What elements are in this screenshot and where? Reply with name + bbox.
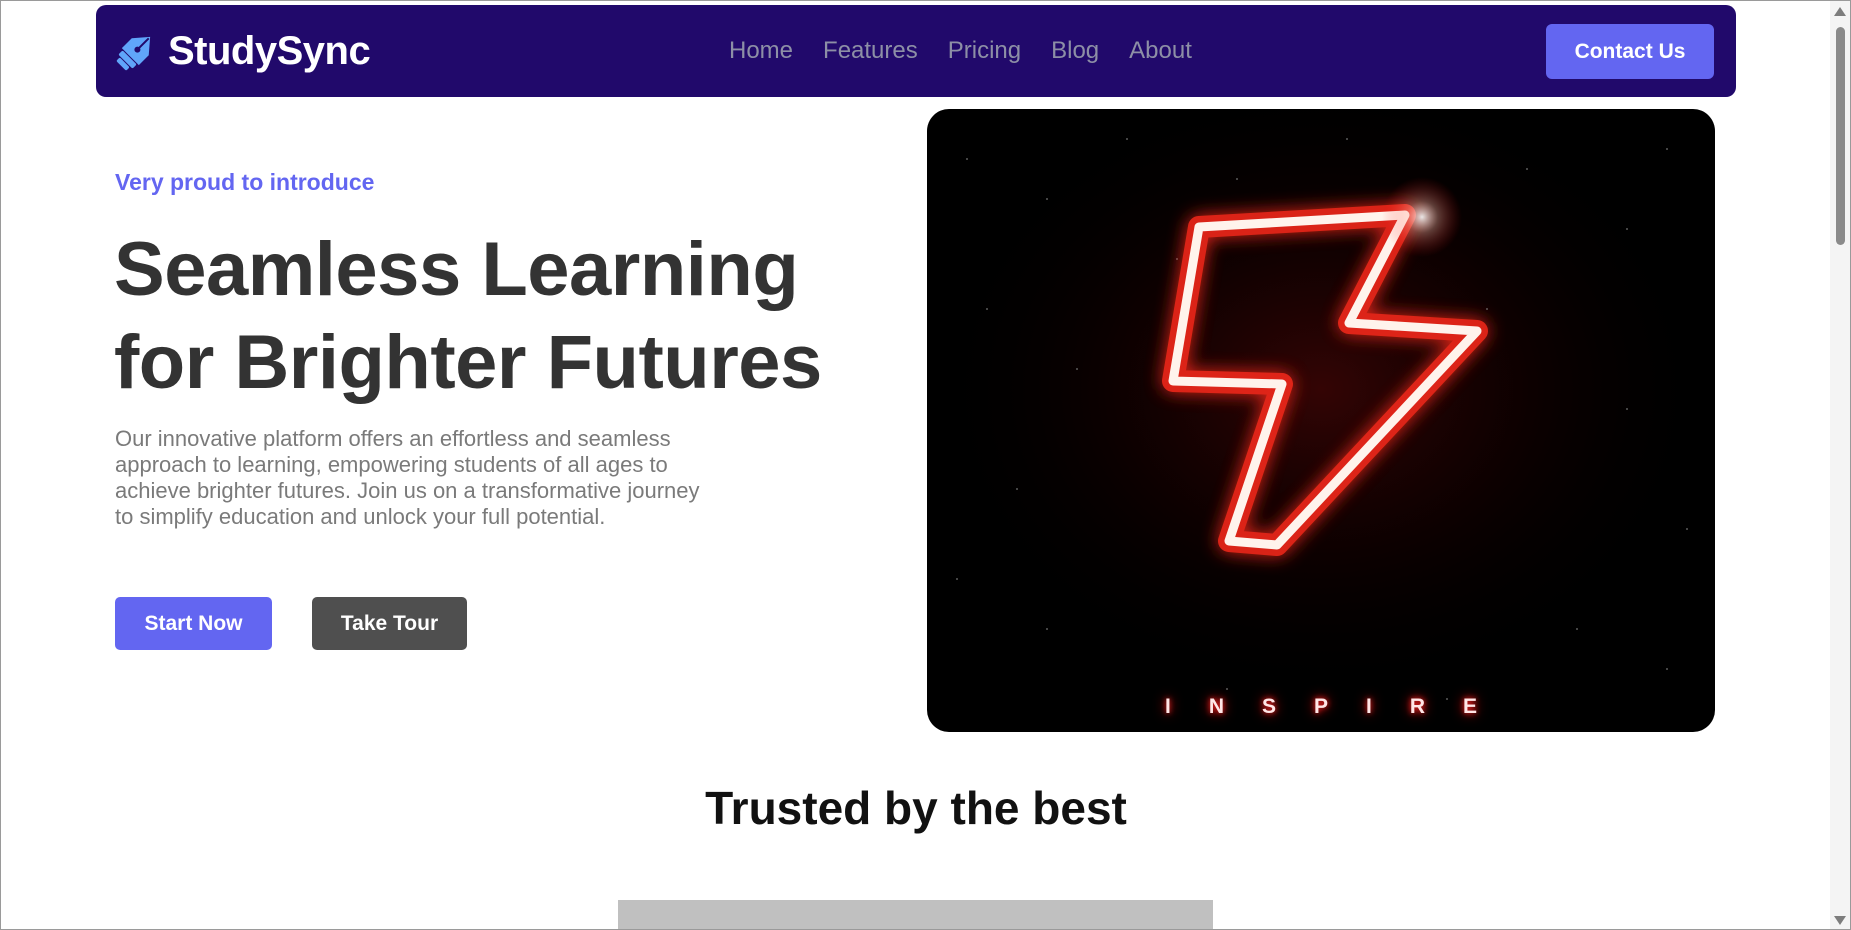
nav-link-home[interactable]: Home	[729, 37, 793, 65]
page: StudySync Home Features Pricing Blog Abo…	[0, 0, 1851, 930]
hero-image: INSPIRE	[927, 109, 1715, 732]
vertical-scrollbar[interactable]	[1830, 1, 1850, 929]
scrollbar-thumb[interactable]	[1836, 27, 1845, 245]
nav-link-blog[interactable]: Blog	[1051, 37, 1099, 65]
nav-links: Home Features Pricing Blog About	[729, 5, 1222, 97]
hero-description: Our innovative platform offers an effort…	[115, 426, 700, 529]
nav-link-about[interactable]: About	[1129, 37, 1192, 65]
hero-title: Seamless Learning for Brighter Futures	[114, 223, 894, 409]
partner-logo-placeholder	[618, 900, 1213, 929]
scroll-down-arrow-icon[interactable]	[1834, 916, 1846, 925]
hero-title-line-1: Seamless Learning	[114, 227, 799, 312]
navbar: StudySync Home Features Pricing Blog Abo…	[96, 5, 1736, 97]
brand-logo[interactable]: StudySync	[114, 28, 371, 73]
hero-eyebrow: Very proud to introduce	[115, 169, 375, 195]
scroll-up-arrow-icon[interactable]	[1834, 7, 1846, 16]
nav-link-pricing[interactable]: Pricing	[948, 37, 1021, 65]
hero-title-line-2: for Brighter Futures	[114, 320, 822, 405]
hero-image-caption: INSPIRE	[1164, 695, 1516, 718]
neon-lightning-bolt-icon	[927, 109, 1715, 732]
trusted-section-title: Trusted by the best	[705, 782, 1127, 834]
nav-link-features[interactable]: Features	[823, 37, 918, 65]
take-tour-button[interactable]: Take Tour	[312, 597, 467, 650]
fountain-pen-icon	[114, 29, 158, 73]
brand-name: StudySync	[168, 28, 371, 73]
contact-us-button[interactable]: Contact Us	[1546, 24, 1714, 79]
start-now-button[interactable]: Start Now	[115, 597, 272, 650]
